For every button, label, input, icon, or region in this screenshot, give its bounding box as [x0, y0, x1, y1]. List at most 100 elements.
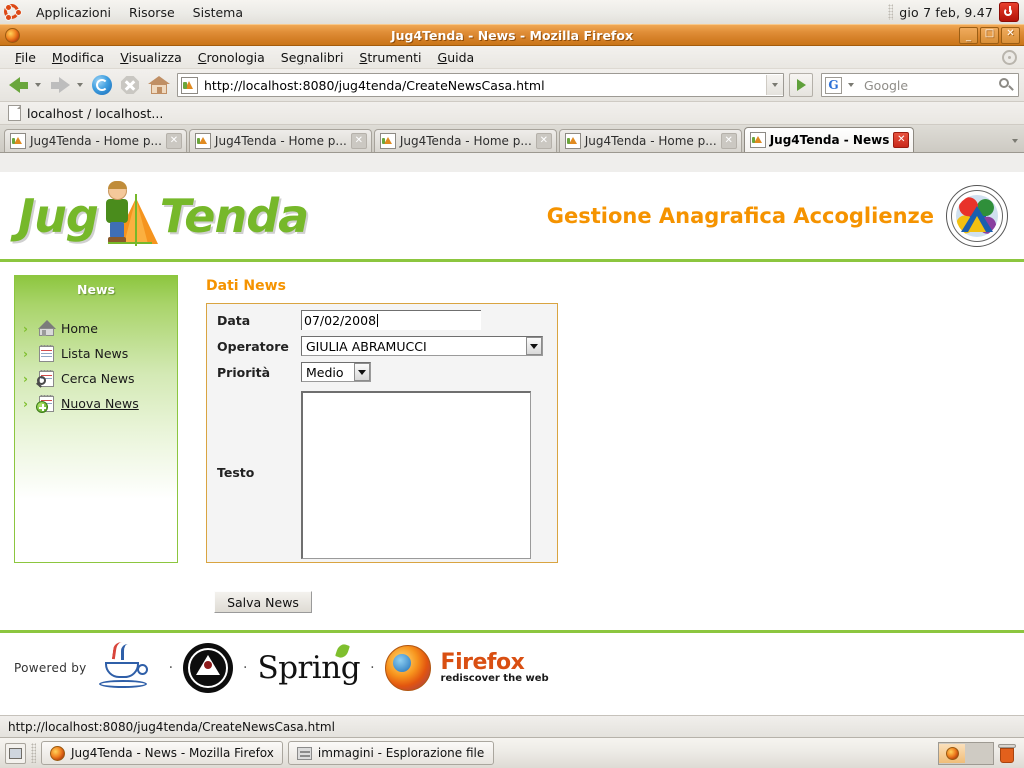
spring-logo-text: Spring: [257, 642, 361, 686]
java-user-group-logo-icon: [183, 643, 234, 693]
menu-cronologia[interactable]: Cronologia: [190, 48, 273, 67]
browser-statusbar: http://localhost:8080/jug4tenda/CreateNe…: [0, 715, 1024, 737]
forward-button[interactable]: [47, 72, 87, 98]
taskbar-tray: [938, 741, 1019, 765]
menu-segnalibri[interactable]: Segnalibri: [273, 48, 352, 67]
operatore-selected-value: GIULIA ABRAMUCCI: [306, 338, 427, 354]
home-icon[interactable]: [148, 75, 170, 95]
tab-favicon-icon: [379, 133, 396, 149]
sidebar: News › Home › Lista News › Cerca News › …: [14, 275, 178, 563]
menu-visualizza[interactable]: Visualizza: [112, 48, 190, 67]
tab-label: Jug4Tenda - News: [769, 133, 890, 147]
magnifier-icon[interactable]: [997, 76, 1015, 94]
priorita-select[interactable]: Medio: [301, 362, 371, 382]
chevron-down-icon[interactable]: [526, 337, 542, 355]
tab-3[interactable]: Jug4Tenda - Home p... ✕: [558, 129, 742, 152]
gear-icon[interactable]: [1002, 49, 1017, 65]
tab-close-icon[interactable]: ✕: [350, 133, 367, 149]
search-bar[interactable]: G Google: [821, 73, 1019, 97]
search-engine-dropdown-icon[interactable]: [848, 83, 854, 87]
logo-text-tenda: Tenda: [159, 188, 309, 243]
testo-textarea[interactable]: [301, 391, 531, 559]
bookmark-item-localhost[interactable]: localhost / localhost...: [27, 106, 163, 121]
panel-menu-applicazioni[interactable]: Applicazioni: [27, 3, 120, 22]
chevron-right-icon: ›: [23, 371, 28, 386]
panel-menu-sistema[interactable]: Sistema: [184, 3, 252, 22]
sidebar-item-lista-news[interactable]: › Lista News: [20, 341, 177, 366]
tab-close-icon[interactable]: ✕: [535, 133, 552, 149]
operatore-select[interactable]: GIULIA ABRAMUCCI: [301, 336, 543, 356]
power-icon[interactable]: [999, 2, 1019, 22]
sidebar-item-label: Nuova News: [61, 396, 139, 411]
taskbar-item-firefox[interactable]: Jug4Tenda - News - Mozilla Firefox: [41, 741, 283, 765]
firefox-wordmark: Firefox rediscover the web: [441, 652, 549, 684]
tab-close-icon[interactable]: ✕: [720, 133, 737, 149]
page-body: News › Home › Lista News › Cerca News › …: [0, 262, 1024, 630]
menu-strumenti[interactable]: Strumenti: [351, 48, 429, 67]
reload-icon[interactable]: [92, 75, 112, 95]
menu-guida[interactable]: Guida: [430, 48, 483, 67]
logo-text-jug: Jug: [18, 188, 99, 243]
panel-clock[interactable]: gio 7 feb, 9.47: [899, 5, 993, 20]
data-input[interactable]: 07/02/2008: [301, 310, 481, 330]
news-form: Data 07/02/2008 Operatore GIULIA ABRAMUC…: [206, 303, 558, 563]
site-logo: Jug Tenda: [0, 180, 309, 252]
back-button[interactable]: [5, 72, 45, 98]
chevron-right-icon: ›: [23, 396, 28, 411]
taskbar-grip: [31, 743, 36, 763]
menu-file[interactable]: FFileile: [7, 48, 44, 67]
url-bar[interactable]: http://localhost:8080/jug4tenda/CreateNe…: [177, 73, 784, 97]
maximize-button[interactable]: □: [980, 26, 999, 44]
url-dropdown-icon[interactable]: [766, 75, 783, 95]
tab-2[interactable]: Jug4Tenda - Home p... ✕: [373, 129, 557, 152]
sidebar-item-label: Lista News: [61, 346, 129, 361]
tab-close-icon[interactable]: ✕: [893, 132, 910, 148]
search-input[interactable]: Google: [858, 78, 997, 93]
site-favicon-icon: [181, 76, 198, 94]
tab-close-icon[interactable]: ✕: [165, 133, 182, 149]
data-input-value: 07/02/2008: [304, 313, 377, 328]
tab-1[interactable]: Jug4Tenda - Home p... ✕: [188, 129, 372, 152]
close-button[interactable]: ✕: [1001, 26, 1020, 44]
taskbar-item-file-manager[interactable]: immagini - Esplorazione file: [287, 741, 494, 765]
file-manager-icon: [296, 746, 312, 760]
panel-menu: Applicazioni Risorse Sistema: [23, 3, 252, 22]
panel-menu-risorse[interactable]: Risorse: [120, 3, 184, 22]
sidebar-item-nuova-news[interactable]: › Nuova News: [20, 391, 177, 416]
show-desktop-icon[interactable]: [5, 742, 26, 764]
tent-boy-illustration-icon: [100, 180, 158, 252]
page-content: Jug Tenda Gestione Anagrafica Accoglienz…: [0, 172, 1024, 739]
go-button[interactable]: [789, 73, 813, 97]
chevron-right-icon: ›: [23, 321, 28, 336]
menu-modifica[interactable]: Modifica: [44, 48, 112, 67]
forward-dropdown-icon[interactable]: [77, 83, 83, 87]
gnome-top-panel: Applicazioni Risorse Sistema gio 7 feb, …: [0, 0, 1024, 25]
notepad-search-icon: [36, 369, 56, 388]
minimize-button[interactable]: _: [959, 26, 978, 44]
tab-4-active[interactable]: Jug4Tenda - News ✕: [743, 127, 915, 152]
ubuntu-logo-icon[interactable]: [4, 3, 22, 21]
sidebar-item-cerca-news[interactable]: › Cerca News: [20, 366, 177, 391]
panel-grip: [888, 4, 894, 20]
save-news-button[interactable]: Salva News: [214, 591, 312, 613]
priorita-selected-value: Medio: [306, 364, 344, 380]
label-testo: Testo: [217, 464, 255, 480]
firefox-name: Firefox: [440, 650, 525, 675]
label-operatore: Operatore: [217, 339, 289, 354]
google-engine-icon[interactable]: G: [825, 76, 842, 94]
back-dropdown-icon[interactable]: [35, 83, 41, 87]
taskbar-item-label: Jug4Tenda - News - Mozilla Firefox: [71, 746, 274, 760]
footer-separator: ·: [168, 660, 174, 676]
control-operatore: GIULIA ABRAMUCCI: [301, 330, 543, 356]
tab-list-dropdown-icon[interactable]: [1006, 129, 1024, 152]
url-input[interactable]: http://localhost:8080/jug4tenda/CreateNe…: [202, 78, 766, 93]
tab-0[interactable]: Jug4Tenda - Home p... ✕: [4, 129, 187, 152]
trash-icon[interactable]: [997, 743, 1017, 764]
workspace-switcher[interactable]: [938, 741, 994, 765]
chevron-down-icon[interactable]: [354, 363, 370, 381]
site-footer: Powered by · · Spring · Firefox rediscov…: [0, 630, 1024, 703]
status-link-text: http://localhost:8080/jug4tenda/CreateNe…: [8, 719, 335, 734]
form-row-priorita: Priorità Medio: [207, 356, 557, 382]
sidebar-item-home[interactable]: › Home: [20, 316, 177, 341]
tab-favicon-icon: [749, 132, 766, 148]
